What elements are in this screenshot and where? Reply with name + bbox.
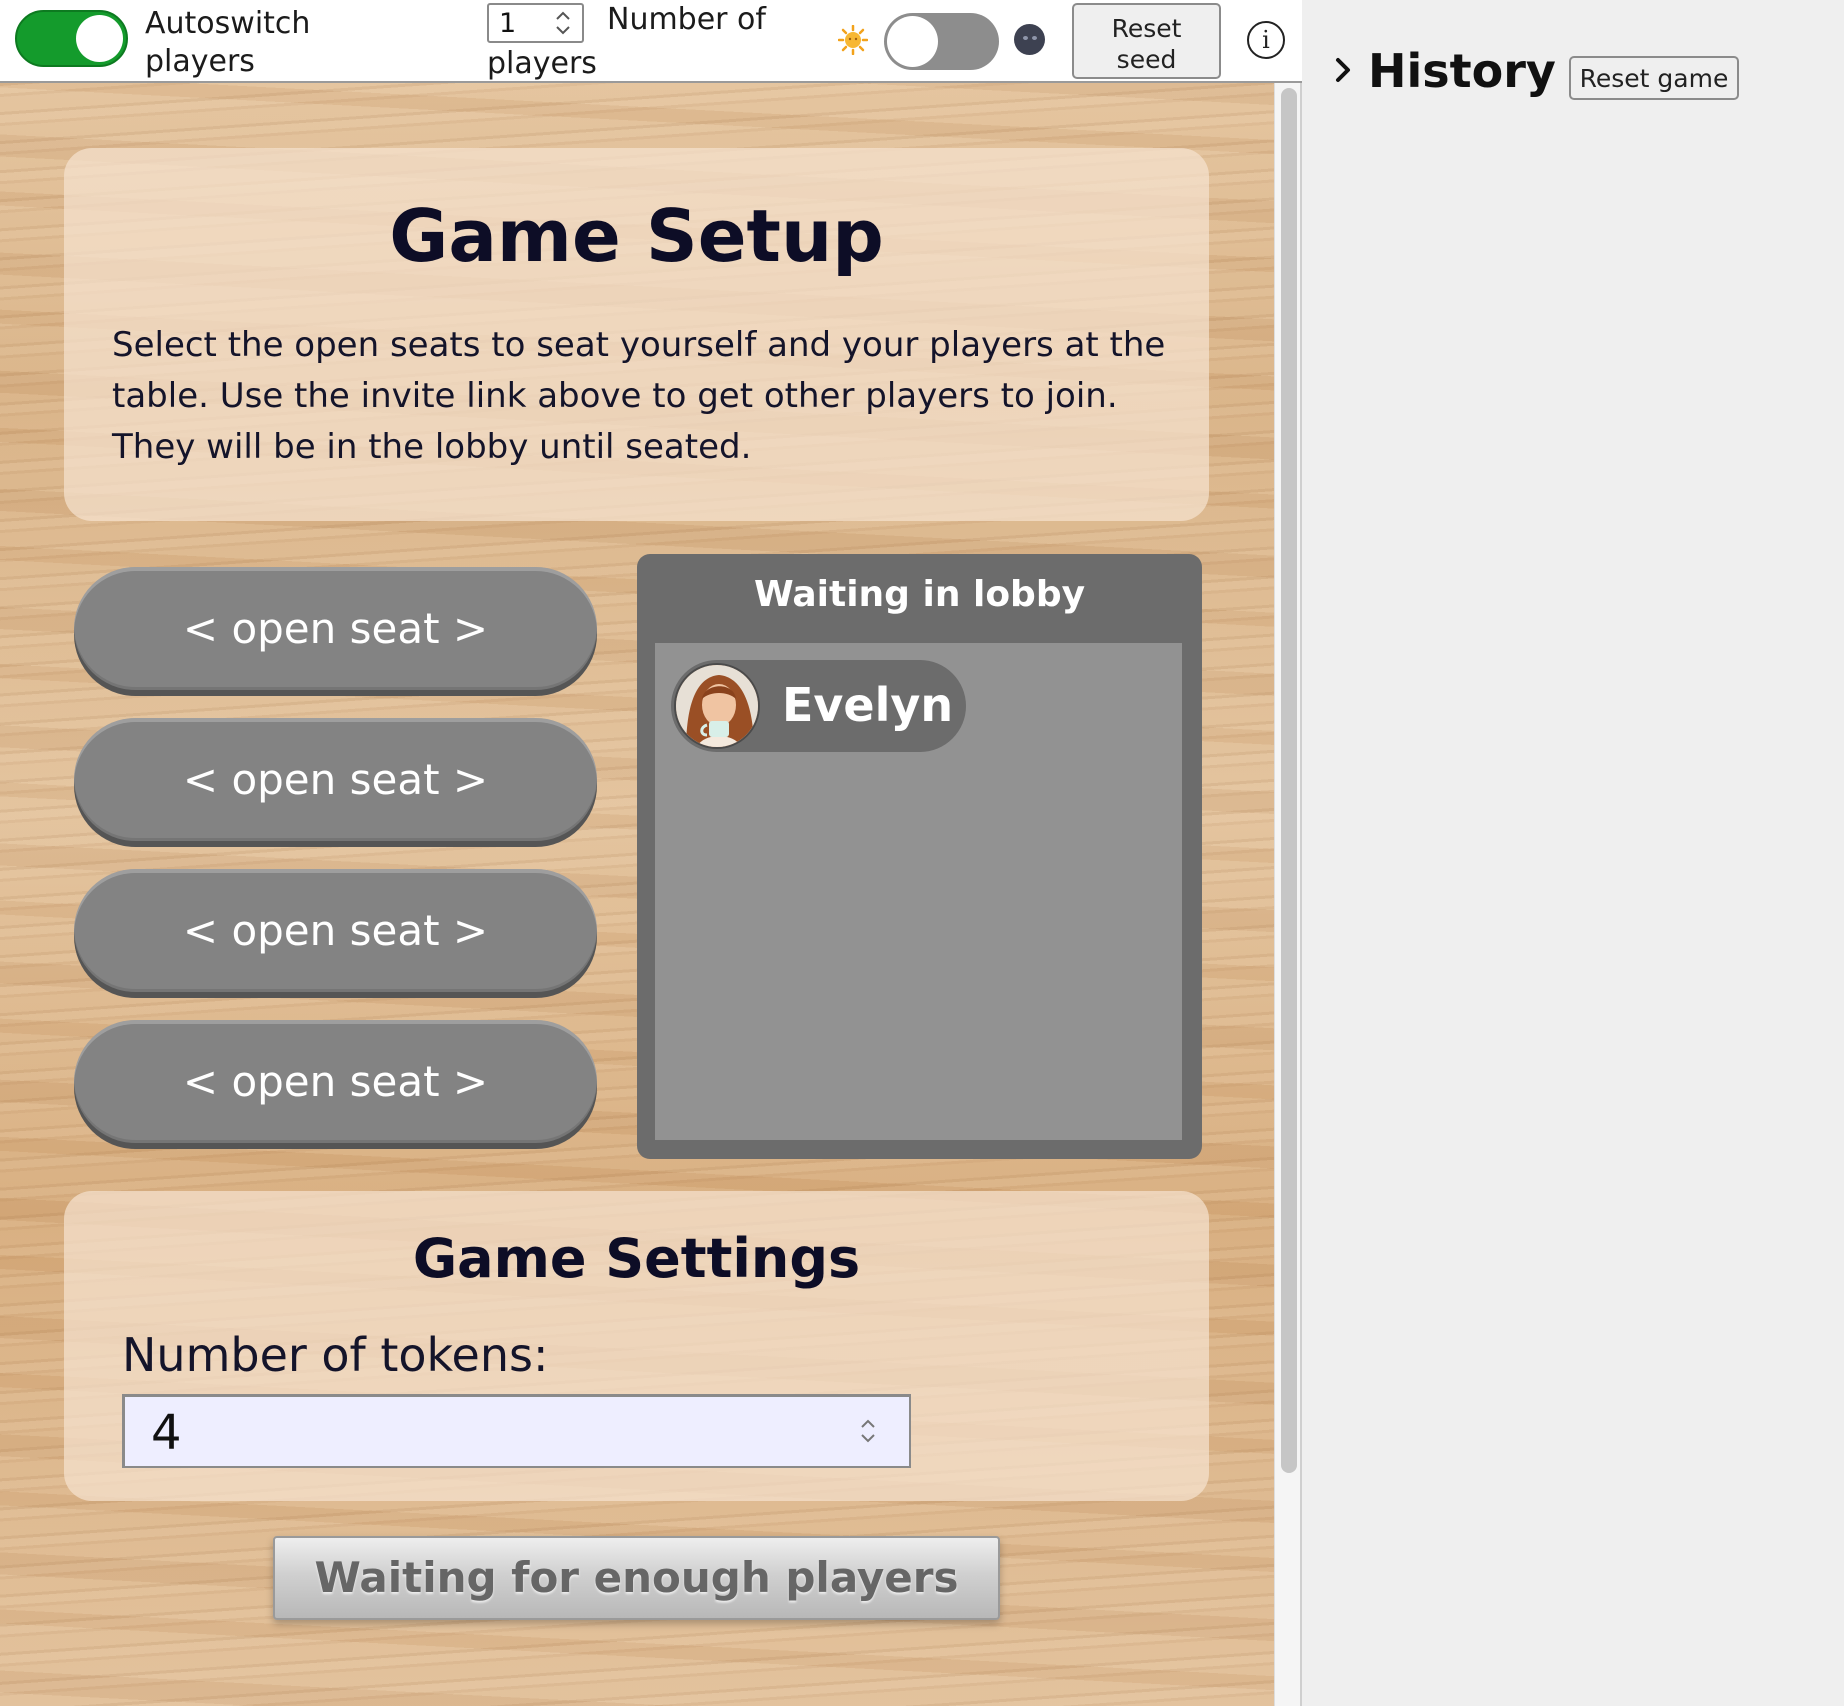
toolbar: Autoswitch players 1 Number of players R… — [0, 0, 1302, 83]
reset-game-button[interactable]: Reset game — [1569, 56, 1739, 100]
start-game-button[interactable]: Waiting for enough players — [273, 1536, 1000, 1620]
toggle-knob — [887, 16, 938, 67]
theme-toggle[interactable] — [884, 13, 999, 70]
info-icon[interactable]: i — [1247, 21, 1285, 59]
scrollbar-thumb[interactable] — [1281, 88, 1297, 1473]
game-setup-description: Select the open seats to seat yourself a… — [112, 325, 1166, 467]
avatar — [674, 663, 760, 749]
num-players-input[interactable]: 1 — [487, 3, 584, 43]
tokens-input[interactable]: 4 — [122, 1394, 911, 1468]
stepper-icon[interactable] — [552, 9, 574, 37]
autoswitch-toggle[interactable] — [15, 10, 128, 67]
lobby-panel: Waiting in lobby Evelyn — [637, 554, 1202, 1159]
game-setup-title: Game Setup — [389, 194, 884, 278]
stepper-icon[interactable] — [857, 1417, 879, 1445]
lobby-list: Evelyn — [655, 643, 1182, 1140]
game-setup-panel: Game Setup Select the open seats to seat… — [64, 148, 1209, 521]
history-title[interactable]: History — [1368, 44, 1556, 98]
game-settings-title: Game Settings — [412, 1227, 861, 1290]
open-seat-button-4[interactable]: < open seat > — [74, 1020, 597, 1143]
open-seat-button-3[interactable]: < open seat > — [74, 869, 597, 992]
reset-seed-button[interactable]: Reset seed — [1072, 3, 1221, 79]
chevron-right-icon[interactable] — [1331, 52, 1355, 88]
sun-icon — [837, 24, 869, 56]
num-players-value: 1 — [499, 8, 517, 39]
lobby-player-name: Evelyn — [782, 678, 954, 732]
open-seat-button-2[interactable]: < open seat > — [74, 718, 597, 841]
lobby-player-chip[interactable]: Evelyn — [671, 660, 966, 752]
autoswitch-label: Autoswitch players — [145, 6, 311, 79]
tokens-value: 4 — [151, 1405, 182, 1461]
open-seat-button-1[interactable]: < open seat > — [74, 567, 597, 690]
num-players-label-line2: players — [487, 46, 597, 81]
toggle-knob — [76, 15, 123, 62]
tokens-label: Number of tokens: — [122, 1328, 549, 1382]
num-players-label-line1: Number of — [607, 2, 766, 37]
lobby-title: Waiting in lobby — [753, 574, 1086, 615]
moon-icon — [1014, 24, 1045, 55]
game-settings-panel: Game Settings Number of tokens: 4 — [64, 1191, 1209, 1501]
